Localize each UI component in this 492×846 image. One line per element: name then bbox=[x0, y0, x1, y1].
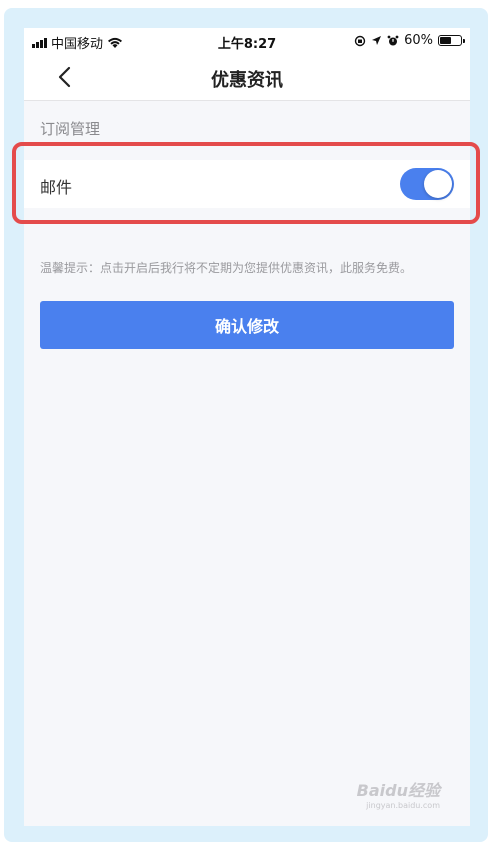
email-toggle-switch[interactable] bbox=[400, 168, 454, 200]
watermark-url: jingyan.baidu.com bbox=[366, 801, 440, 810]
toggle-knob bbox=[424, 170, 452, 198]
rotation-lock-icon bbox=[354, 35, 366, 46]
battery-percent: 60% bbox=[404, 33, 433, 48]
location-icon bbox=[372, 36, 382, 45]
section-label: 订阅管理 bbox=[40, 120, 101, 138]
watermark: Baidu经验 jingyan.baidu.com bbox=[357, 777, 440, 810]
status-right: 60% bbox=[354, 33, 465, 48]
setting-row-email: 邮件 bbox=[24, 160, 470, 208]
alarm-icon bbox=[387, 35, 399, 45]
status-bar: 中国移动 上午8:27 60% bbox=[24, 28, 470, 54]
phone-screen: 中国移动 上午8:27 60% 优惠资讯 订阅管理 邮件 温馨提示：点击开启后我… bbox=[24, 28, 470, 826]
page-title: 优惠资讯 bbox=[211, 70, 283, 91]
setting-label-email: 邮件 bbox=[40, 178, 73, 197]
nav-bar: 优惠资讯 bbox=[24, 54, 470, 101]
watermark-brand: Baidu经验 bbox=[356, 781, 440, 800]
battery-icon bbox=[438, 35, 465, 46]
confirm-button[interactable]: 确认修改 bbox=[40, 301, 454, 349]
tip-text: 温馨提示：点击开启后我行将不定期为您提供优惠资讯，此服务免费。 bbox=[40, 261, 413, 275]
